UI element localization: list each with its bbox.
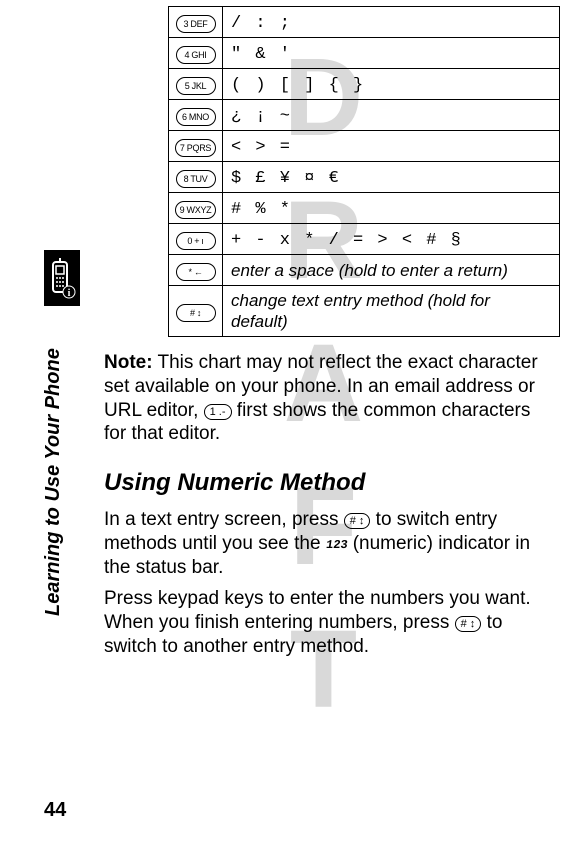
note-label: Note:: [104, 352, 153, 373]
chars-7: < > =: [231, 138, 292, 157]
paragraph-1: In a text entry screen, press # ↕ to swi…: [104, 508, 556, 579]
key-hash-inline-1: # ↕: [344, 513, 371, 529]
chars-4: " & ': [231, 45, 292, 64]
char-table: 3 DEF / : ; 4 GHI " & ' 5 JKL ( ) [ ] { …: [168, 6, 560, 337]
chars-8: $ £ ¥ ¤ €: [231, 169, 341, 188]
key-3: 3 DEF: [176, 15, 216, 33]
chars-3: / : ;: [231, 14, 292, 33]
key-1-inline: 1 .-: [204, 404, 232, 420]
chars-0: + - x * / = > < # §: [231, 231, 463, 250]
key-9: 9 WXYZ: [175, 201, 217, 219]
section-heading: Using Numeric Method: [104, 468, 556, 498]
p1-a: In a text entry screen, press: [104, 509, 344, 530]
key-4: 4 GHI: [176, 46, 216, 64]
table-row: 7 PQRS < > =: [169, 131, 560, 162]
key-star: * ←: [176, 263, 216, 281]
table-row: # ↕ change text entry method (hold for d…: [169, 286, 560, 337]
table-row: 3 DEF / : ;: [169, 7, 560, 38]
table-row: 5 JKL ( ) [ ] { }: [169, 69, 560, 100]
key-6: 6 MNO: [176, 108, 216, 126]
page-number: 44: [44, 799, 66, 822]
key-7: 7 PQRS: [175, 139, 216, 157]
chars-5: ( ) [ ] { }: [231, 76, 365, 95]
paragraph-2: Press keypad keys to enter the numbers y…: [104, 587, 556, 658]
table-row: * ← enter a space (hold to enter a retur…: [169, 255, 560, 286]
table-row: 4 GHI " & ': [169, 38, 560, 69]
note-hash: change text entry method (hold for defau…: [231, 291, 490, 331]
note-paragraph: Note: This chart may not reflect the exa…: [104, 351, 556, 446]
key-5: 5 JKL: [176, 77, 216, 95]
table-row: 9 WXYZ # % *: [169, 193, 560, 224]
key-8: 8 TUV: [176, 170, 216, 188]
table-row: 0 + ı + - x * / = > < # §: [169, 224, 560, 255]
key-0: 0 + ı: [176, 232, 216, 250]
numeric-indicator: 123: [325, 538, 349, 553]
chars-9: # % *: [231, 200, 292, 219]
key-hash: # ↕: [176, 304, 216, 322]
table-row: 8 TUV $ £ ¥ ¤ €: [169, 162, 560, 193]
note-star: enter a space (hold to enter a return): [231, 261, 508, 280]
table-row: 6 MNO ¿ ¡ ~: [169, 100, 560, 131]
key-hash-inline-2: # ↕: [455, 616, 482, 632]
chars-6: ¿ ¡ ~: [231, 107, 292, 126]
